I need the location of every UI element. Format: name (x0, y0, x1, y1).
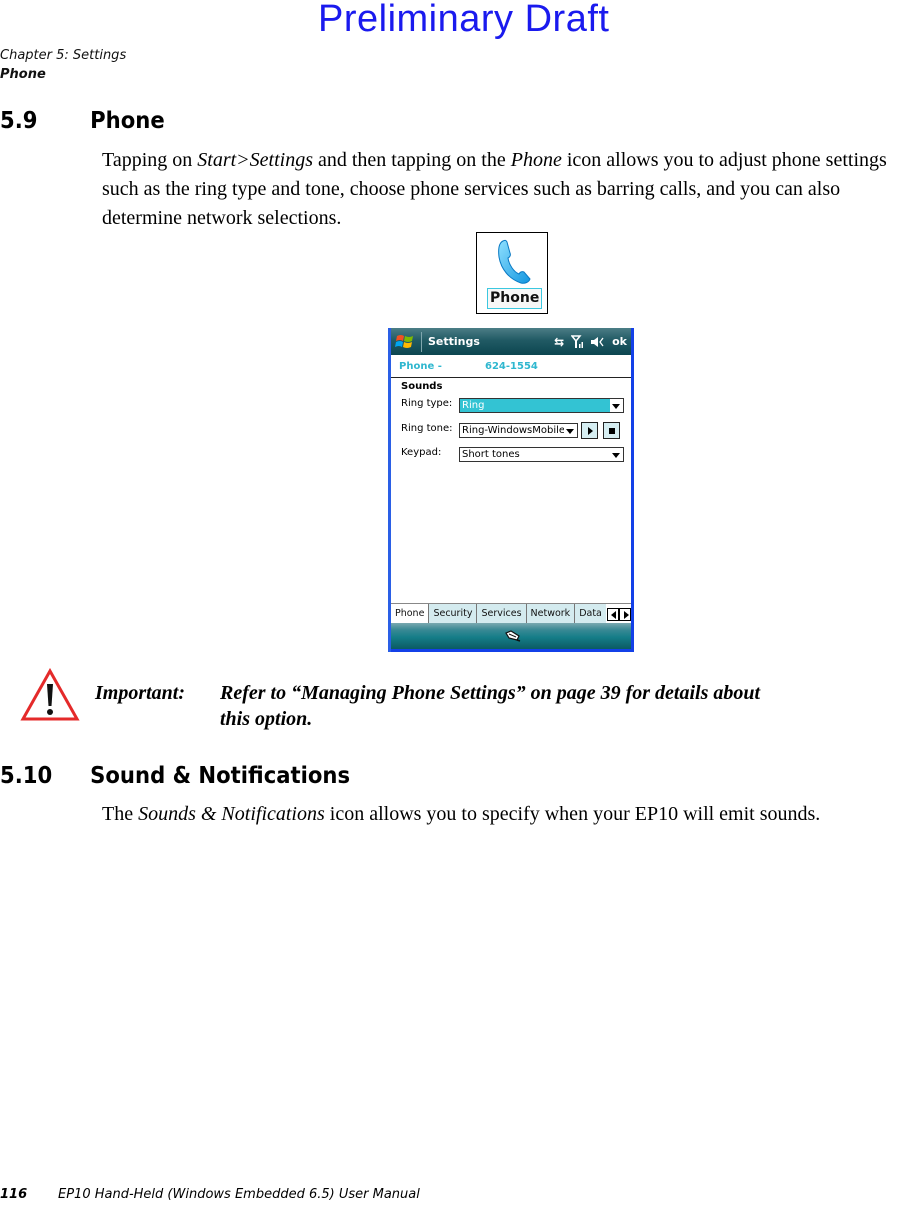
tab-data[interactable]: Data (575, 604, 606, 624)
keypad-dropdown[interactable]: Short tones (459, 447, 624, 462)
tab-services[interactable]: Services (477, 604, 527, 624)
chevron-down-icon (566, 429, 574, 434)
ring-tone-value: Ring-WindowsMobile (462, 425, 566, 436)
tab-scroll-left-button[interactable] (607, 607, 619, 621)
tab-phone[interactable]: Phone (391, 604, 430, 624)
chevron-left-icon (611, 610, 616, 619)
emphasis-start-settings: Start>Settings (197, 149, 313, 171)
play-icon (588, 427, 593, 435)
connectivity-icon[interactable]: ⇆ (554, 336, 564, 348)
emphasis-sounds-notifications: Sounds & Notifications (138, 803, 325, 825)
section-heading-phone: 5.9 Phone (0, 108, 165, 134)
section-number: 5.10 (0, 763, 53, 789)
watermark: Preliminary Draft (318, 0, 610, 40)
signal-icon[interactable] (571, 335, 584, 348)
running-header: Chapter 5: Settings Phone (0, 46, 126, 84)
chevron-down-icon (612, 404, 620, 409)
phone-number: 624-1554 (485, 360, 538, 372)
tab-scroll-right-button[interactable] (619, 607, 631, 621)
emphasis-phone: Phone (510, 149, 562, 171)
play-button[interactable] (581, 422, 598, 439)
important-label: Important: (95, 682, 186, 704)
phone-icon-label: Phone (487, 288, 543, 309)
chevron-right-icon (624, 610, 629, 619)
tab-network[interactable]: Network (526, 604, 576, 624)
stop-button[interactable] (603, 422, 620, 439)
keypad-value: Short tones (462, 449, 520, 460)
sounds-section-label: Sounds (401, 381, 443, 392)
section-heading-sound: 5.10 Sound & Notifications (0, 763, 350, 789)
stop-icon (609, 428, 615, 434)
chevron-down-icon (612, 453, 620, 458)
text-run: and then tapping on the (313, 149, 511, 171)
keypad-label: Keypad: (401, 447, 442, 458)
text-run: icon allows you to specify when your EP1… (324, 803, 821, 825)
ring-tone-label: Ring tone: (401, 423, 453, 434)
phone-line-row: Phone - 624-1554 (391, 355, 631, 378)
important-text-continued: this option. (220, 708, 313, 730)
page-footer: 116 EP10 Hand-Held (Windows Embedded 6.5)… (0, 1187, 420, 1202)
tab-security[interactable]: Security (429, 604, 478, 624)
important-note: Important: Refer to “Managing Phone Setti… (95, 680, 760, 732)
section-title: Phone (0, 67, 46, 82)
section-heading-text: Sound & Notifications (90, 763, 351, 789)
window-title: Settings (428, 335, 480, 348)
settings-tabs: Phone Security Services Network Data (391, 603, 631, 624)
chapter-title: Chapter 5: Settings (0, 48, 127, 63)
phone-line-label: Phone - (399, 360, 442, 372)
menu-bar (391, 623, 631, 652)
input-panel-icon[interactable] (504, 628, 522, 642)
text-run: The (102, 803, 139, 825)
ok-button[interactable]: ok (612, 335, 627, 348)
section-number: 5.9 (0, 108, 38, 134)
tab-scroll (607, 604, 631, 624)
phone-settings-icon: Phone (476, 232, 548, 314)
ring-type-value: Ring (462, 400, 485, 411)
ring-type-dropdown[interactable]: Ring (459, 398, 624, 413)
ring-type-label: Ring type: (401, 398, 453, 409)
important-text: Refer to “Managing Phone Settings” on pa… (220, 682, 761, 704)
ring-tone-dropdown[interactable]: Ring-WindowsMobile (459, 423, 578, 438)
sound-paragraph: The Sounds & Notifications icon allows y… (102, 800, 916, 829)
section-heading-text: Phone (90, 108, 165, 134)
title-separator (421, 331, 422, 352)
phone-handset-icon (498, 239, 531, 284)
windows-flag-icon[interactable] (394, 332, 416, 352)
speaker-icon[interactable] (590, 336, 604, 348)
title-bar: Settings ⇆ ok (391, 328, 631, 355)
phone-paragraph: Tapping on Start>Settings and then tappi… (102, 146, 916, 233)
page-number: 116 (0, 1187, 28, 1202)
text-run: Tapping on (102, 149, 198, 171)
warning-icon (20, 668, 80, 721)
manual-title: EP10 Hand-Held (Windows Embedded 6.5) Us… (58, 1187, 420, 1202)
device-screenshot: Settings ⇆ ok Phone - 624-1554 Sounds Ri… (388, 328, 634, 652)
